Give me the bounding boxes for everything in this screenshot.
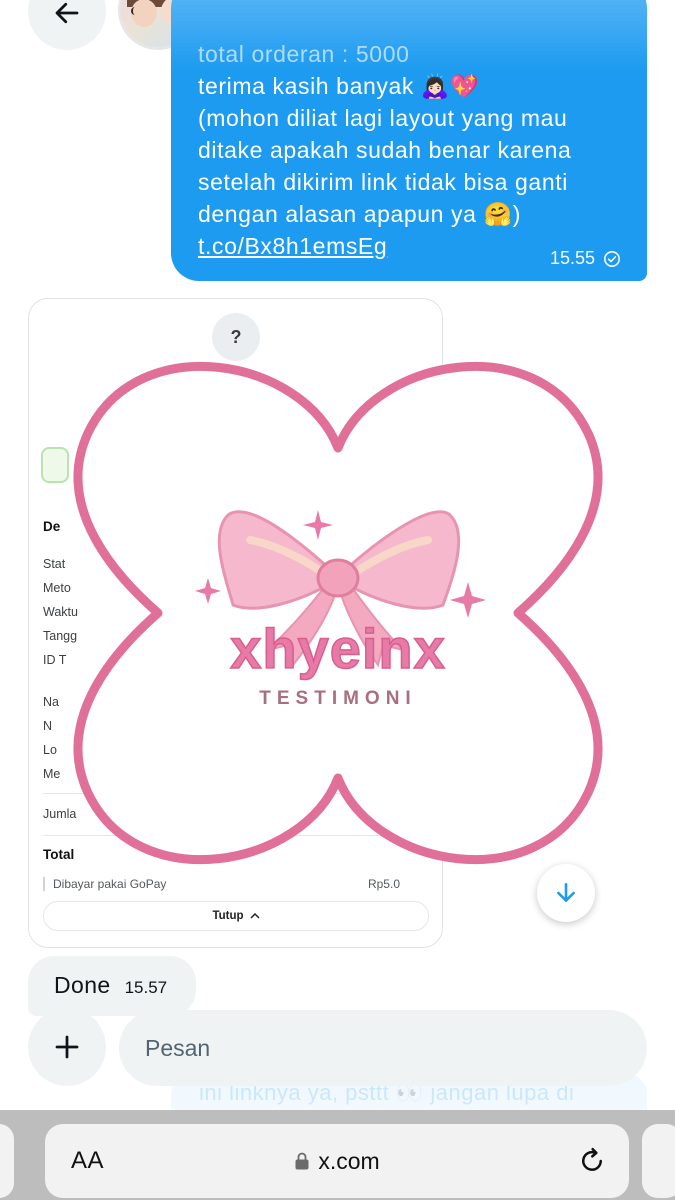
sparkle-icon	[303, 510, 333, 540]
address-bar[interactable]: AA x.com	[45, 1124, 629, 1198]
message-input[interactable]	[119, 1010, 647, 1086]
plus-icon	[55, 1035, 79, 1059]
scroll-to-bottom-button[interactable]	[537, 864, 595, 922]
message-line: terima kasih banyak 🙇🏻‍♀️💖	[198, 73, 480, 99]
logo-subtitle: TESTIMONI	[259, 688, 416, 709]
message-text: Done	[54, 972, 111, 998]
sent-check-icon	[604, 250, 620, 267]
next-tab-preview[interactable]	[642, 1124, 675, 1198]
url-display[interactable]: x.com	[45, 1148, 629, 1175]
message-line: (mohon diliat lagi layout yang mau	[198, 105, 568, 131]
message-meta: 15.55	[550, 248, 621, 269]
sparkle-icon	[450, 582, 486, 618]
message-time: 15.57	[124, 978, 168, 997]
arrow-left-icon	[55, 2, 79, 24]
message-line: setelah dikirim link tidak bisa ganti	[198, 169, 568, 195]
close-receipt-label: Tutup	[212, 910, 244, 922]
lock-icon	[295, 1152, 309, 1170]
message-line: ditake apakah sudah benar karena	[198, 137, 572, 163]
close-receipt-button: Tutup	[43, 901, 429, 931]
logo-title: xhyeinx	[230, 617, 446, 680]
message-line: dengan alasan apapun ya 🤗)	[198, 201, 522, 227]
outgoing-message-bubble[interactable]: total orderan : 5000 terima kasih banyak…	[171, 0, 647, 281]
back-button[interactable]	[28, 0, 106, 50]
url-text: x.com	[318, 1147, 380, 1174]
message-line-faded: total orderan : 5000	[198, 41, 410, 67]
sparkle-icon	[195, 578, 221, 604]
chevron-up-icon	[250, 912, 260, 919]
message-time: 15.55	[549, 248, 595, 268]
xhyeinx-logo: xhyeinx TESTIMONI	[195, 510, 486, 709]
incoming-message-bubble[interactable]: Done 15.57	[28, 956, 196, 1016]
arrow-down-icon	[557, 883, 575, 902]
add-attachment-button[interactable]	[28, 1008, 106, 1086]
previous-tab-preview[interactable]	[0, 1124, 14, 1198]
reload-icon[interactable]	[577, 1146, 607, 1176]
